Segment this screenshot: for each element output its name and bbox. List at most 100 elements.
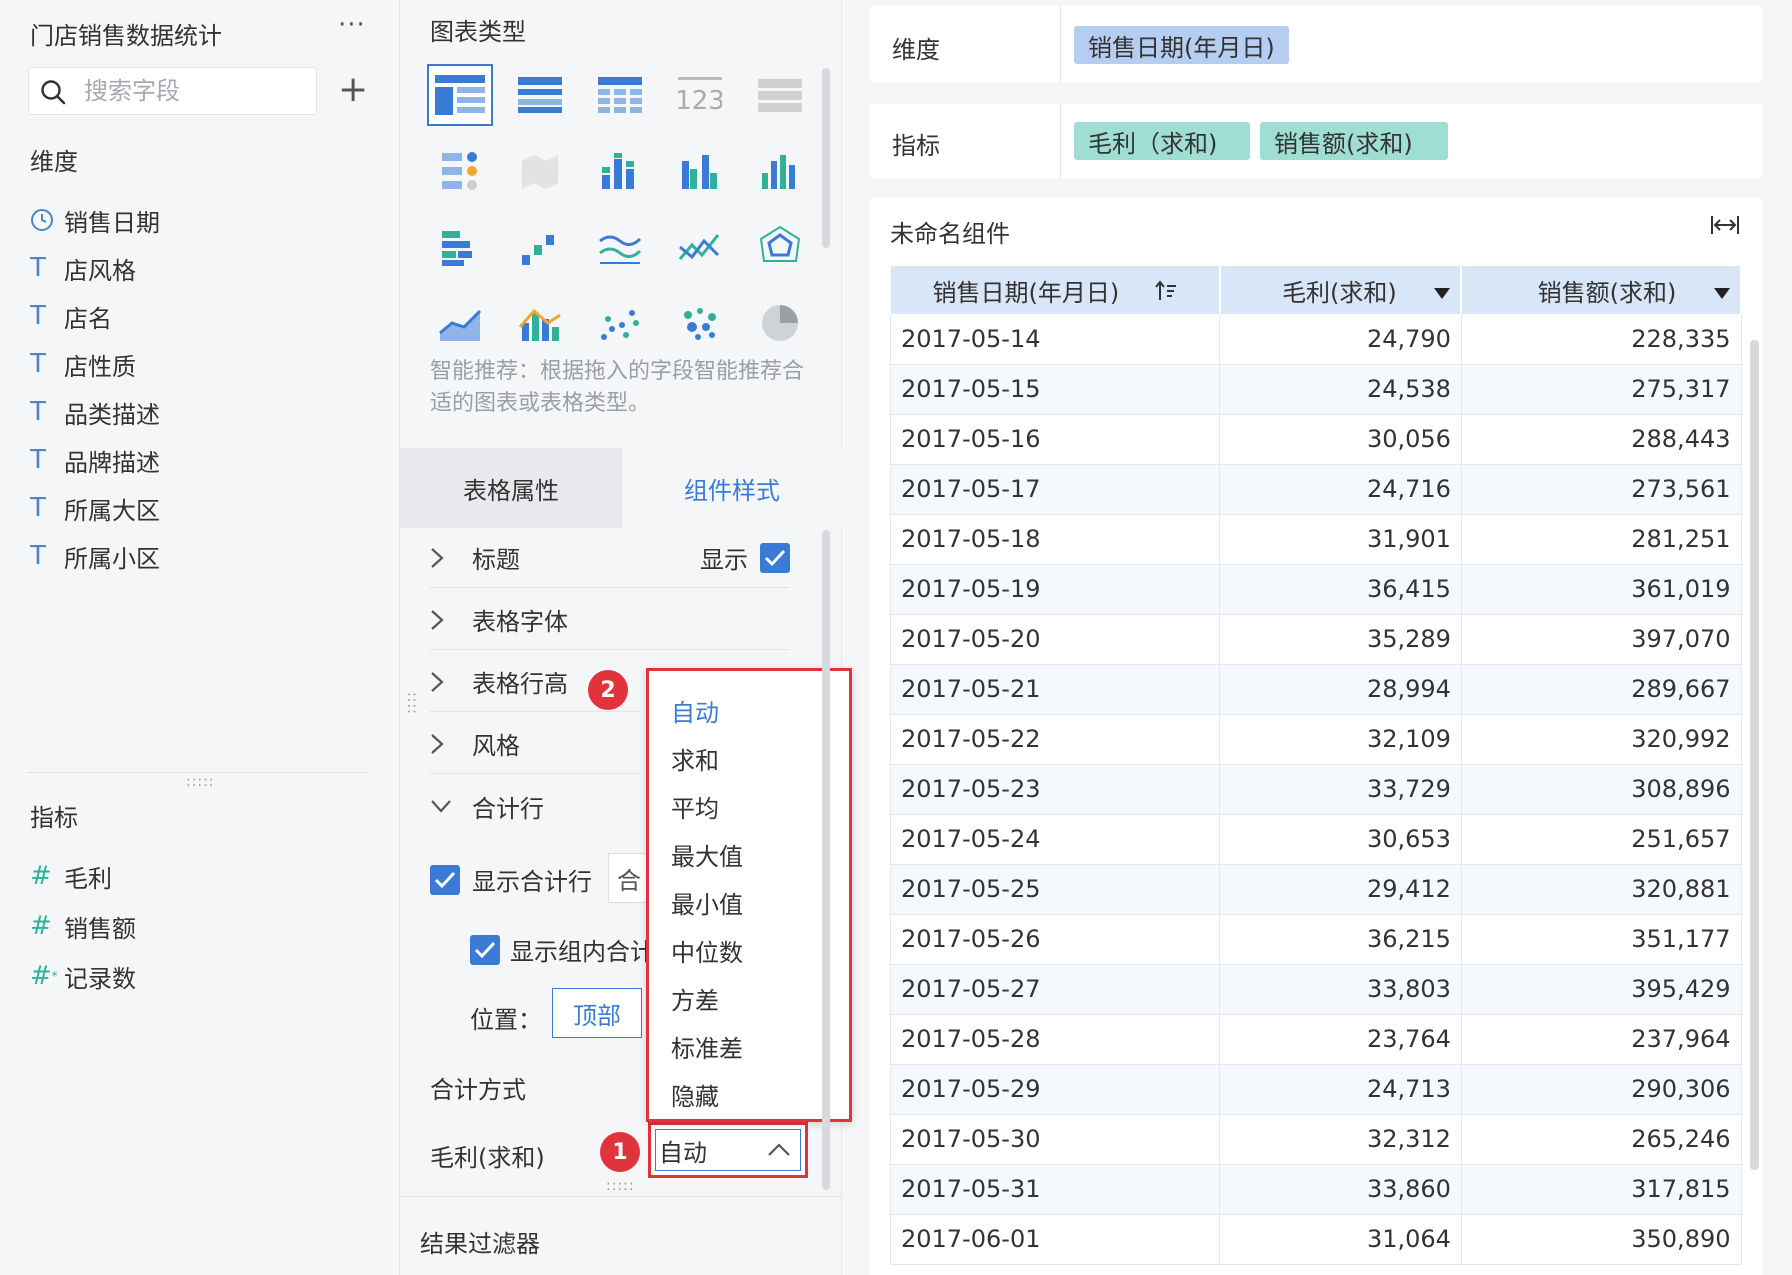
position-top-button[interactable]: 顶部 (552, 988, 642, 1038)
cell-sales: 397,070 (1461, 614, 1742, 665)
metric-pill-sales[interactable]: 销售额(求和) (1260, 122, 1448, 160)
chart-type-column-icon[interactable] (747, 140, 813, 202)
table-row[interactable]: 2017-05-16 30,056 288,443 (889, 414, 1742, 465)
dimension-field-item[interactable]: T 店性质 (30, 344, 370, 384)
table-row[interactable]: 2017-05-29 24,713 290,306 (889, 1064, 1742, 1115)
tab-component-style[interactable]: 组件样式 (622, 448, 842, 528)
field-label: 销售额 (64, 914, 136, 943)
search-input[interactable] (84, 72, 312, 110)
table-row[interactable]: 2017-05-18 31,901 281,251 (889, 514, 1742, 565)
dimension-field-item[interactable]: T 店风格 (30, 248, 370, 288)
panel-resize-handle[interactable]: :::: (404, 692, 420, 715)
column-header-sales-date[interactable]: 销售日期(年月日) (890, 266, 1221, 314)
table-row[interactable]: 2017-06-01 31,064 350,890 (889, 1214, 1742, 1265)
table-row[interactable]: 2017-05-20 35,289 397,070 (889, 614, 1742, 665)
metric-pill-gross-profit[interactable]: 毛利（求和) (1074, 122, 1250, 160)
section-style[interactable]: 风格 (430, 714, 640, 774)
chart-type-kpi-icon[interactable]: 123 (667, 64, 733, 126)
table-row[interactable]: 2017-05-28 23,764 237,964 (889, 1014, 1742, 1065)
chart-type-scatter-icon[interactable] (587, 292, 653, 354)
chart-type-waterfall-icon[interactable] (507, 216, 573, 278)
table-scrollbar[interactable] (1750, 340, 1759, 1170)
widget-title[interactable]: 未命名组件 (890, 214, 1010, 249)
expand-width-icon[interactable] (1710, 214, 1740, 242)
table-row[interactable]: 2017-05-21 28,994 289,667 (889, 664, 1742, 715)
show-total-row-option[interactable]: 显示合计行 (430, 862, 592, 897)
chart-type-stacked-bar-icon[interactable] (587, 140, 653, 202)
table-row[interactable]: 2017-05-23 33,729 308,896 (889, 764, 1742, 815)
aggregation-option[interactable]: 求和 (671, 741, 719, 776)
table-row[interactable]: 2017-05-26 36,215 351,177 (889, 914, 1742, 965)
show-group-total-option[interactable]: 显示组内合计 (470, 932, 650, 967)
table-row[interactable]: 2017-05-24 30,653 251,657 (889, 814, 1742, 865)
dimension-field-item[interactable]: T 所属大区 (30, 488, 370, 528)
chart-type-area-icon[interactable] (427, 292, 493, 354)
dimension-pill-sales-date[interactable]: 销售日期(年月日) (1074, 26, 1289, 64)
total-row-select[interactable]: 合 (608, 853, 648, 903)
chart-type-radar-icon[interactable] (747, 216, 813, 278)
aggregation-option[interactable]: 最小值 (671, 885, 743, 920)
cell-sales: 320,992 (1461, 714, 1742, 765)
section-table-font[interactable]: 表格字体 (430, 590, 790, 650)
section-total-row[interactable]: 合计行 (430, 776, 640, 836)
chart-type-grouped-bar-icon[interactable] (667, 140, 733, 202)
more-options-button[interactable]: ··· (338, 10, 366, 40)
chart-type-grouped-table-icon[interactable] (507, 64, 573, 126)
aggregation-select[interactable]: 自动 (648, 1122, 808, 1178)
sort-ascending-icon[interactable] (1155, 280, 1177, 307)
add-field-button[interactable]: + (338, 70, 368, 110)
dimension-field-item[interactable]: T 品牌描述 (30, 440, 370, 480)
properties-scrollbar[interactable] (822, 530, 830, 1190)
aggregation-option[interactable]: 方差 (671, 981, 719, 1016)
table-row[interactable]: 2017-05-14 24,790 228,335 (889, 314, 1742, 365)
aggregation-option[interactable]: 自动 (671, 693, 719, 728)
chart-type-table-icon[interactable] (427, 64, 493, 126)
dimension-field-item[interactable]: T 品类描述 (30, 392, 370, 432)
column-header-gross-profit[interactable]: 毛利(求和) (1219, 266, 1463, 314)
section-title[interactable]: 标题 显示 (430, 528, 790, 588)
show-group-total-checkbox[interactable] (470, 934, 500, 965)
chart-types-scrollbar[interactable] (822, 68, 830, 248)
splitter-handle[interactable]: ::::: (606, 1178, 635, 1194)
aggregation-option[interactable]: 最大值 (671, 837, 743, 872)
table-row[interactable]: 2017-05-27 33,803 395,429 (889, 964, 1742, 1015)
chart-type-multi-line-icon[interactable] (587, 216, 653, 278)
column-header-sales[interactable]: 销售额(求和) (1461, 266, 1742, 314)
dropdown-caret-icon[interactable] (1434, 288, 1451, 299)
chart-type-bubble-icon[interactable] (667, 292, 733, 354)
chart-type-combo-icon[interactable] (507, 292, 573, 354)
table-row[interactable]: 2017-05-30 32,312 265,246 (889, 1114, 1742, 1165)
table-row[interactable]: 2017-05-15 24,538 275,317 (889, 364, 1742, 415)
aggregation-option[interactable]: 标准差 (671, 1029, 743, 1064)
dimension-field-item[interactable]: T 店名 (30, 296, 370, 336)
cell-sales: 281,251 (1461, 514, 1742, 565)
cell-gross-profit: 24,538 (1219, 364, 1462, 415)
aggregation-option[interactable]: 平均 (671, 789, 719, 824)
chart-type-cross-table-icon[interactable] (587, 64, 653, 126)
metric-field-item[interactable]: # 销售额 (30, 906, 370, 946)
splitter-handle[interactable]: ::::: (186, 774, 215, 790)
dimension-drop-zone[interactable] (870, 6, 1762, 82)
aggregation-option[interactable]: 隐藏 (671, 1077, 719, 1112)
chart-type-pie-icon[interactable] (747, 292, 813, 354)
metric-field-item[interactable]: # * 记录数 (30, 956, 370, 996)
chart-type-detail-table-icon[interactable] (747, 64, 813, 126)
metric-field-item[interactable]: # 毛利 (30, 856, 370, 896)
show-total-row-checkbox[interactable] (430, 864, 460, 895)
table-row[interactable]: 2017-05-25 29,412 320,881 (889, 864, 1742, 915)
dimension-field-item[interactable]: T 所属小区 (30, 536, 370, 576)
tab-table-properties[interactable]: 表格属性 (400, 448, 622, 528)
table-row[interactable]: 2017-05-19 36,415 361,019 (889, 564, 1742, 615)
dropdown-caret-icon[interactable] (1714, 288, 1730, 299)
table-row[interactable]: 2017-05-17 24,716 273,561 (889, 464, 1742, 515)
field-label: 记录数 (64, 964, 136, 993)
table-row[interactable]: 2017-05-22 32,109 320,992 (889, 714, 1742, 765)
chart-type-line-icon[interactable] (667, 216, 733, 278)
aggregation-option[interactable]: 中位数 (671, 933, 743, 968)
chart-type-horizontal-bar-icon[interactable] (427, 216, 493, 278)
chart-type-map-icon[interactable] (507, 140, 573, 202)
show-title-checkbox[interactable] (760, 542, 790, 573)
dimension-field-item[interactable]: 销售日期 (30, 200, 370, 240)
chart-type-filter-icon[interactable] (427, 140, 493, 202)
table-row[interactable]: 2017-05-31 33,860 317,815 (889, 1164, 1742, 1215)
